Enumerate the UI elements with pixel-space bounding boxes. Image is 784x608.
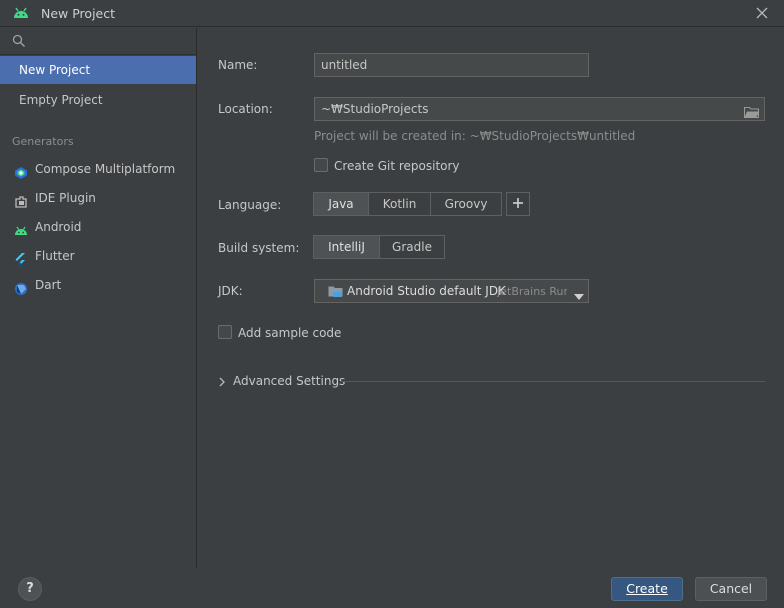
add-language-button[interactable] xyxy=(506,192,530,216)
android-icon xyxy=(14,220,28,235)
generator-flutter[interactable]: Flutter xyxy=(0,242,196,270)
language-option-java[interactable]: Java xyxy=(314,193,369,215)
generator-android[interactable]: Android xyxy=(0,213,196,241)
jdk-folder-icon xyxy=(328,285,343,301)
sidebar-item-empty-project[interactable]: Empty Project xyxy=(0,86,196,114)
generator-label: IDE Plugin xyxy=(35,191,96,205)
jdk-value: Android Studio default JDK xyxy=(347,284,506,298)
name-label: Name: xyxy=(218,58,258,72)
sample-code-checkbox[interactable] xyxy=(218,325,232,339)
chevron-right-icon xyxy=(218,376,226,390)
jdk-label: JDK: xyxy=(218,284,243,298)
compose-multiplatform-icon xyxy=(14,162,28,179)
jdk-dropdown[interactable]: Android Studio default JDK JetBrains Run… xyxy=(314,279,589,303)
cancel-button[interactable]: Cancel xyxy=(695,577,767,601)
location-field[interactable]: ~₩StudioProjects xyxy=(314,97,765,121)
language-option-kotlin[interactable]: Kotlin xyxy=(369,193,431,215)
git-checkbox[interactable] xyxy=(314,158,328,172)
build-system-label: Build system: xyxy=(218,241,300,255)
generator-label: Compose Multiplatform xyxy=(35,162,176,176)
android-icon xyxy=(12,5,30,22)
generators-heading: Generators xyxy=(12,135,74,148)
git-checkbox-label: Create Git repository xyxy=(334,159,460,173)
generator-dart[interactable]: Dart xyxy=(0,271,196,299)
flutter-icon xyxy=(14,249,28,267)
title-bar: New Project xyxy=(0,0,784,27)
window-title: New Project xyxy=(41,6,116,21)
advanced-settings-toggle[interactable]: Advanced Settings xyxy=(218,373,768,391)
language-selector: Java Kotlin Groovy xyxy=(313,192,502,216)
create-label: Create xyxy=(626,581,668,596)
chevron-down-icon xyxy=(574,289,584,303)
sidebar-search xyxy=(0,28,197,55)
generator-label: Android xyxy=(35,220,82,234)
search-icon xyxy=(12,34,26,51)
sidebar-item-label: Empty Project xyxy=(19,93,103,107)
location-label: Location: xyxy=(218,102,273,116)
sidebar-item-new-project[interactable]: New Project xyxy=(0,56,196,84)
folder-icon[interactable] xyxy=(744,103,759,125)
create-button[interactable]: Create xyxy=(611,577,683,601)
generator-label: Dart xyxy=(35,278,62,292)
close-icon[interactable] xyxy=(752,3,772,23)
location-hint: Project will be created in: ~₩StudioProj… xyxy=(314,129,636,143)
generator-compose-multiplatform[interactable]: Compose Multiplatform xyxy=(0,155,196,183)
sample-code-label: Add sample code xyxy=(238,326,342,340)
generator-ide-plugin[interactable]: IDE Plugin xyxy=(0,184,196,212)
search-input[interactable] xyxy=(32,32,187,50)
dart-icon xyxy=(14,278,28,295)
language-option-groovy[interactable]: Groovy xyxy=(431,193,501,215)
build-option-gradle[interactable]: Gradle xyxy=(380,236,444,258)
language-label: Language: xyxy=(218,198,282,212)
location-value: ~₩StudioProjects xyxy=(321,102,429,116)
help-button[interactable]: ? xyxy=(18,577,42,601)
advanced-settings-label: Advanced Settings xyxy=(233,374,346,388)
plus-icon xyxy=(512,197,524,212)
plugin-icon xyxy=(14,191,28,208)
build-system-selector: IntelliJ Gradle xyxy=(313,235,445,259)
divider xyxy=(340,381,765,382)
sidebar: New Project Empty Project Generators Com… xyxy=(0,28,197,568)
sidebar-item-label: New Project xyxy=(19,63,91,77)
generator-label: Flutter xyxy=(35,249,75,263)
name-value: untitled xyxy=(321,58,368,72)
jdk-detail: JetBrains Runtime xyxy=(497,285,567,298)
name-field[interactable]: untitled xyxy=(314,53,589,77)
build-option-intellij[interactable]: IntelliJ xyxy=(314,236,380,258)
